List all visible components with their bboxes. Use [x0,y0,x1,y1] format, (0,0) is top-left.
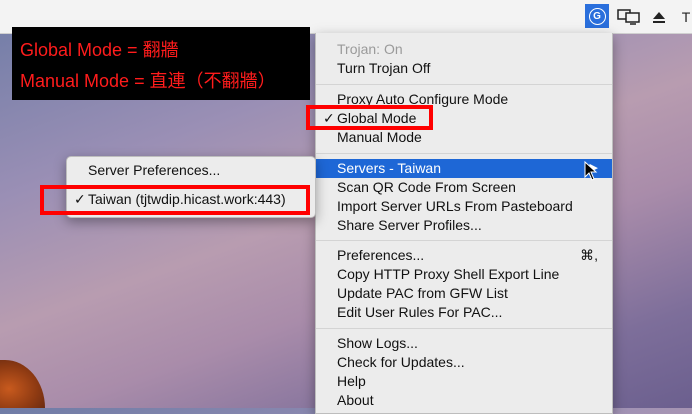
menu-item-help[interactable]: Help [316,372,612,391]
menu-item-edit-rules[interactable]: Edit User Rules For PAC... [316,303,612,322]
menu-item-status: Trojan: On [337,41,403,57]
menu-item-share-profiles[interactable]: Share Server Profiles... [316,216,612,235]
shadowsocks-g-icon[interactable]: G [585,4,609,28]
menu-separator [316,240,612,241]
annotation-line-1: Global Mode = 翻牆 [20,40,179,60]
menu-separator [316,328,612,329]
eject-icon[interactable] [650,8,668,26]
menu-item-servers[interactable]: Servers - Taiwan ▶ [316,159,612,178]
display-icon[interactable] [617,8,641,26]
menu-item-turn-off[interactable]: Turn Trojan Off [316,59,612,78]
menu-item-import-urls[interactable]: Import Server URLs From Pasteboard [316,197,612,216]
menu-item-about[interactable]: About [316,391,612,410]
menu-item-preferences[interactable]: Preferences... ⌘, [316,246,612,265]
trojan-dropdown-menu: Trojan: On Turn Trojan Off Proxy Auto Co… [315,33,613,414]
annotation-line-2: Manual Mode = 直連（不翻牆） [20,71,276,91]
preferences-shortcut: ⌘, [580,247,598,263]
submenu-item-server-preferences[interactable]: Server Preferences... [67,161,315,180]
annotation-box: Global Mode = 翻牆 Manual Mode = 直連（不翻牆） [12,27,310,100]
highlight-box-taiwan-server [40,185,310,215]
menubar-trailing-text[interactable]: T [680,8,692,26]
menu-separator [316,84,612,85]
menu-item-manual-mode[interactable]: Manual Mode [316,128,612,147]
menu-item-show-logs[interactable]: Show Logs... [316,334,612,353]
menu-item-check-updates[interactable]: Check for Updates... [316,353,612,372]
wallpaper-rock [0,360,45,408]
mouse-pointer-icon [584,160,598,186]
highlight-box-global-mode [306,105,433,130]
menu-item-copy-proxy[interactable]: Copy HTTP Proxy Shell Export Line [316,265,612,284]
menu-item-scan-qr[interactable]: Scan QR Code From Screen [316,178,612,197]
menu-separator [316,153,612,154]
menu-item-update-pac[interactable]: Update PAC from GFW List [316,284,612,303]
